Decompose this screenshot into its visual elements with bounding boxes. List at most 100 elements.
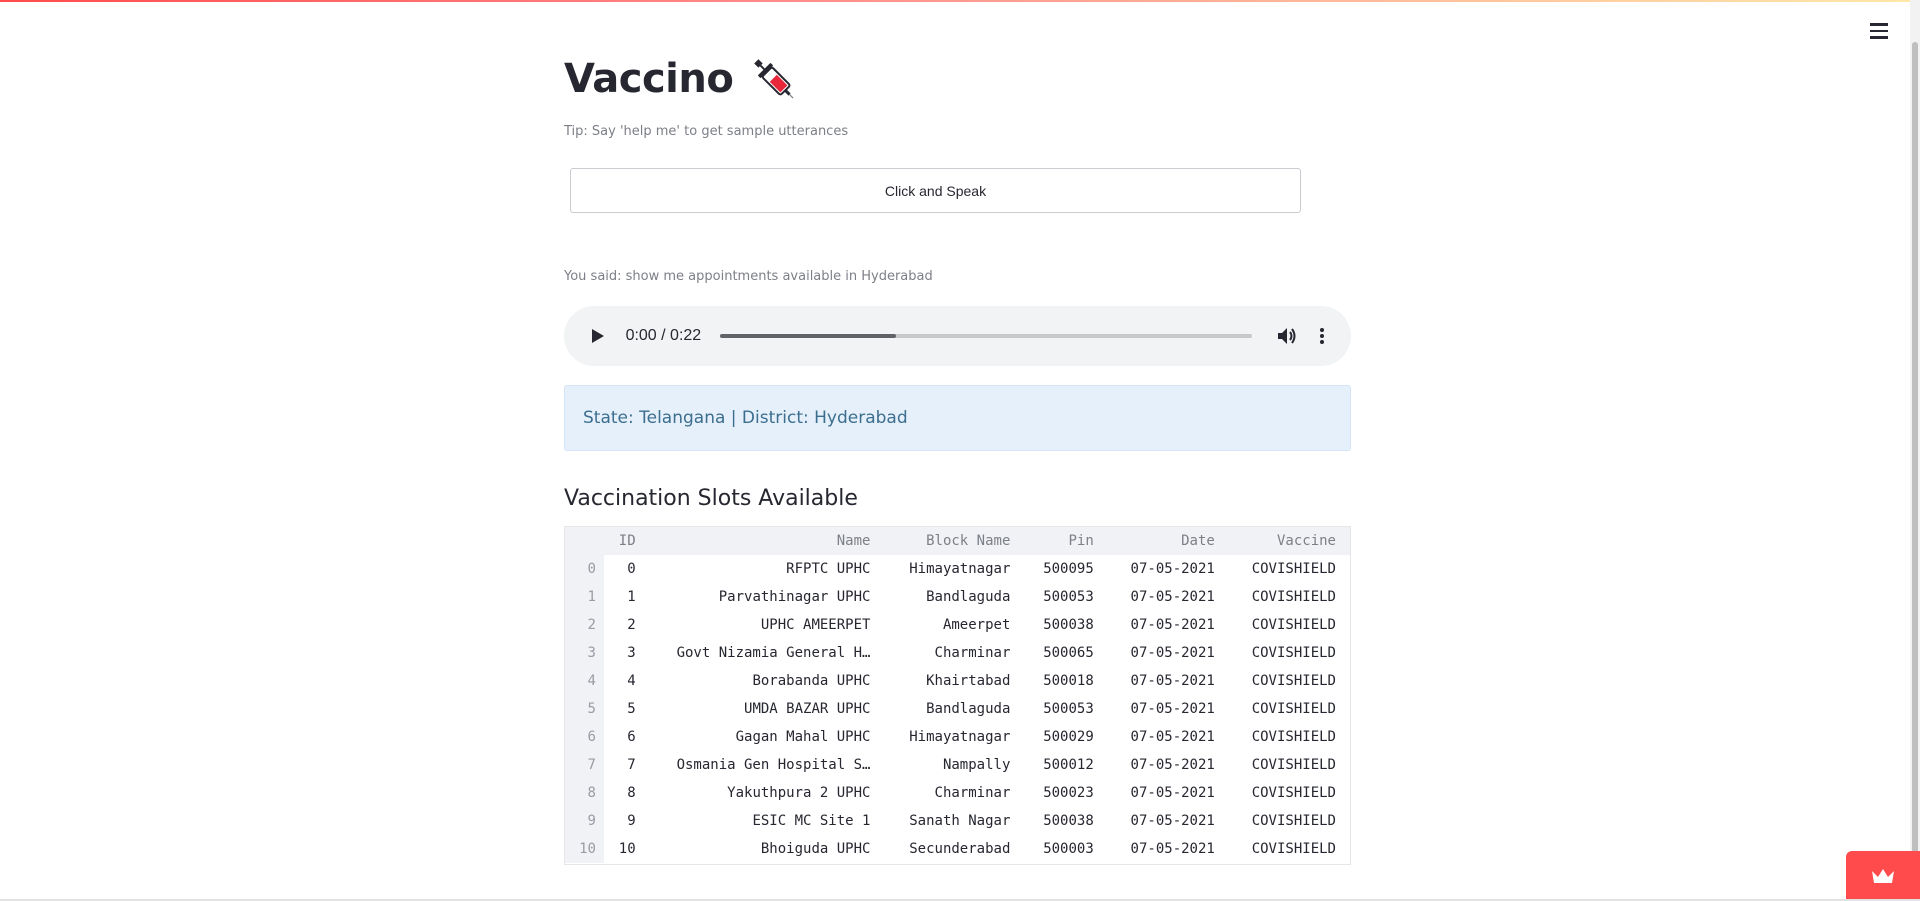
table-cell-name: Govt Nizamia General H… — [676, 645, 871, 661]
audio-progress-fill — [720, 334, 896, 338]
table-cell: Sanath Nagar — [909, 813, 1011, 829]
table-cell: 9 — [627, 813, 636, 829]
table-cell: COVISHIELD — [1251, 645, 1336, 661]
table-cell-name: Yakuthpura 2 UPHC — [727, 785, 871, 801]
table-cell: 500029 — [1043, 729, 1094, 745]
table-cell: 07-05-2021 — [1130, 561, 1215, 577]
table-cell: 2 — [627, 617, 636, 633]
audio-time-display: 0:00 / 0:22 — [625, 327, 702, 344]
table-cell: Khairtabad — [926, 673, 1011, 689]
column-header[interactable]: Vaccine — [1228, 527, 1350, 555]
table-cell: 5 — [627, 701, 636, 717]
table-row[interactable]: 3 3 Govt Nizamia General H… Charminar 500065… — [565, 639, 1350, 667]
column-header[interactable]: Date — [1107, 527, 1229, 555]
more-vertical-icon[interactable] — [1309, 323, 1335, 349]
table-row[interactable]: 7 7 Osmania Gen Hospital S… Nampally 500012 0… — [565, 751, 1350, 779]
table-cell: Secunderabad — [909, 841, 1011, 857]
table-row[interactable]: 1 1 Parvathinagar UPHC Bandlaguda 500053 07-0… — [565, 583, 1350, 611]
table-row[interactable]: 8 8 Yakuthpura 2 UPHC Charminar 500023 07-05-… — [565, 779, 1350, 807]
table-row[interactable]: 6 6 Gagan Mahal UPHC Himayatnagar 500029 07-0… — [565, 723, 1350, 751]
table-cell: 07-05-2021 — [1130, 729, 1215, 745]
table-cell-name: ESIC MC Site 1 — [752, 813, 871, 829]
table-cell-name: Parvathinagar UPHC — [718, 589, 871, 605]
table-cell: COVISHIELD — [1251, 841, 1336, 857]
table-cell: 500053 — [1043, 589, 1094, 605]
column-header[interactable]: Pin — [1024, 527, 1108, 555]
audio-player: 0:00 / 0:22 — [564, 306, 1351, 366]
table-cell: 7 — [627, 757, 636, 773]
location-info-box: State: Telangana | District: Hyderabad — [564, 385, 1351, 451]
table-cell: Charminar — [934, 645, 1011, 661]
table-cell-name: Osmania Gen Hospital S… — [676, 757, 871, 773]
table-cell: COVISHIELD — [1251, 589, 1336, 605]
slots-heading: Vaccination Slots Available — [564, 486, 858, 511]
table-cell: 07-05-2021 — [1130, 673, 1215, 689]
tip-text: Tip: Say 'help me' to get sample utteran… — [564, 124, 849, 139]
table-cell: Bandlaguda — [926, 701, 1011, 717]
row-index: 10 — [565, 835, 604, 863]
table-cell: 500012 — [1043, 757, 1094, 773]
table-cell: 07-05-2021 — [1130, 589, 1215, 605]
click-and-speak-button[interactable]: Click and Speak — [570, 168, 1301, 213]
row-index: 7 — [565, 751, 604, 779]
table-cell: 1 — [627, 589, 636, 605]
table-cell-name: Bhoiguda UPHC — [760, 841, 871, 857]
hamburger-menu-icon[interactable] — [1866, 18, 1892, 44]
column-header[interactable]: ID — [603, 527, 650, 555]
table-cell: COVISHIELD — [1251, 785, 1336, 801]
table-cell: 4 — [627, 673, 636, 689]
row-index: 5 — [565, 695, 604, 723]
play-icon[interactable] — [584, 322, 612, 350]
table-cell-name: Borabanda UPHC — [752, 673, 871, 689]
table-cell-name: UMDA BAZAR UPHC — [744, 701, 871, 717]
table-row[interactable]: 2 2 UPHC AMEERPET Ameerpet 500038 07-05-2021 C… — [565, 611, 1350, 639]
table-cell: 07-05-2021 — [1130, 617, 1215, 633]
table-row[interactable]: 9 9 ESIC MC Site 1 Sanath Nagar 500038 07-05-… — [565, 807, 1350, 835]
table-cell: COVISHIELD — [1251, 757, 1336, 773]
table-cell: 500023 — [1043, 785, 1094, 801]
table-cell: 500053 — [1043, 701, 1094, 717]
syringe-icon — [754, 59, 794, 99]
table-cell: 500065 — [1043, 645, 1094, 661]
audio-seek-bar[interactable] — [720, 334, 1252, 338]
table-cell: 07-05-2021 — [1130, 645, 1215, 661]
table-body: 0 0 RFPTC UPHC Himayatnagar 500095 07-05-2021… — [565, 555, 1350, 863]
column-header[interactable]: Block Name — [884, 527, 1025, 555]
table-cell: 8 — [627, 785, 636, 801]
row-index: 0 — [565, 555, 604, 583]
table-cell: 07-05-2021 — [1130, 813, 1215, 829]
scrollbar-thumb[interactable] — [1912, 42, 1918, 897]
table-cell: 500003 — [1043, 841, 1094, 857]
row-index: 9 — [565, 807, 604, 835]
table-row[interactable]: 4 4 Borabanda UPHC Khairtabad 500018 07-05-20… — [565, 667, 1350, 695]
table-cell-name: RFPTC UPHC — [786, 561, 871, 577]
table-header-row: ID Name Block Name Pin Date Vaccine — [565, 527, 1350, 555]
table-cell: COVISHIELD — [1251, 701, 1336, 717]
row-index: 2 — [565, 611, 604, 639]
slots-table[interactable]: ID Name Block Name Pin Date Vaccine 0 0 RFPTC U… — [564, 526, 1351, 865]
table-cell-name: UPHC AMEERPET — [760, 617, 871, 633]
table-cell: 3 — [627, 645, 636, 661]
table-cell: 0 — [627, 561, 636, 577]
row-index: 6 — [565, 723, 604, 751]
title-row: Vaccino — [564, 52, 801, 106]
row-index: 4 — [565, 667, 604, 695]
table-row[interactable]: 10 10 Bhoiguda UPHC Secunderabad 500003 07-05… — [565, 835, 1350, 863]
table-cell-name: Gagan Mahal UPHC — [735, 729, 871, 745]
crown-icon[interactable] — [1846, 851, 1920, 901]
table-cell: 07-05-2021 — [1130, 701, 1215, 717]
table-cell: COVISHIELD — [1251, 813, 1336, 829]
volume-icon[interactable] — [1274, 323, 1300, 349]
table-cell: 07-05-2021 — [1130, 841, 1215, 857]
table-row[interactable]: 5 5 UMDA BAZAR UPHC Bandlaguda 500053 07-05-2… — [565, 695, 1350, 723]
page-title: Vaccino — [564, 56, 734, 102]
table-cell: 6 — [627, 729, 636, 745]
table-cell: 500095 — [1043, 561, 1094, 577]
table-cell: Bandlaguda — [926, 589, 1011, 605]
column-header[interactable]: Name — [649, 527, 885, 555]
table-cell: COVISHIELD — [1251, 561, 1336, 577]
table-row[interactable]: 0 0 RFPTC UPHC Himayatnagar 500095 07-05-2021… — [565, 555, 1350, 583]
row-index: 3 — [565, 639, 604, 667]
table-cell: 500018 — [1043, 673, 1094, 689]
table-cell: 10 — [618, 841, 636, 857]
